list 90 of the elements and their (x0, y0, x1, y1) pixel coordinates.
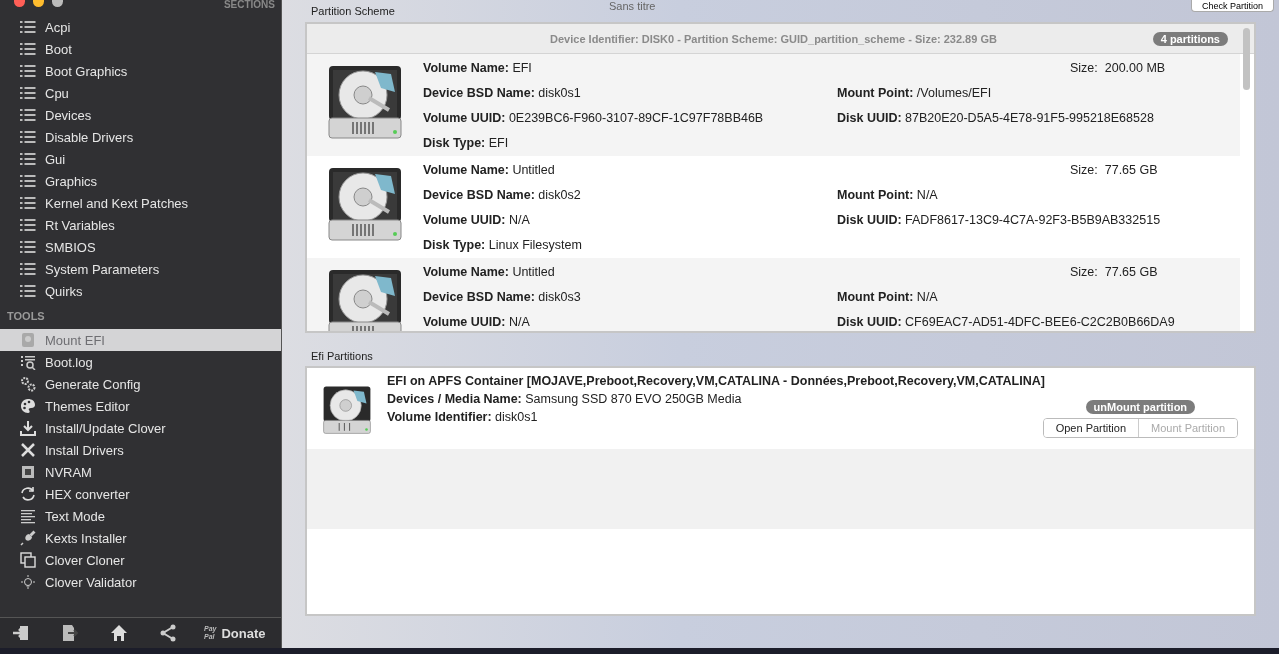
home-icon[interactable] (110, 624, 128, 642)
sidebar-item[interactable]: Clover Cloner (0, 549, 281, 571)
sidebar-item[interactable]: Text Mode (0, 505, 281, 527)
minimize-button[interactable] (33, 0, 44, 7)
sidebar-item[interactable]: Graphics (0, 170, 281, 192)
lightbulb-icon (20, 574, 36, 590)
field-text: Disk UUID: 87B20E20-D5A5-4E78-91F5-995218E68528 (837, 110, 1155, 127)
gears-icon (20, 376, 36, 392)
copy-icon (20, 552, 36, 568)
section-title: Efi Partitions (310, 349, 374, 364)
sections-heading: SECTIONS (223, 0, 275, 10)
partition-row[interactable]: Volume Name: Untitled Device BSD Name: disk0s3 Volume UUID: N/A Size: 77.65 GB Mount Point: N/A Disk UUID: CF69EAC7-AD51-4DFC-BEE6-C2C2B0B66DA9 (307, 258, 1240, 331)
list-icon (20, 130, 36, 144)
refresh-icon (20, 486, 36, 502)
list-icon (20, 20, 36, 34)
sidebar-item[interactable]: Disable Drivers (0, 126, 281, 148)
field-text: Disk Type: EFI (423, 135, 510, 152)
partition-row[interactable]: Volume Name: EFI Device BSD Name: disk0s1 Volume UUID: 0E239BC6-F960-3107-89CF-1C97F78BB46B Disk Type: EFI Size: 200.00 MB Mount Point: /Volumes/EFI Disk UUID: 87B20E20-D5A5-4E78-91F5-995218E68528 (307, 54, 1240, 156)
field-text: Volume Identifier: disk0s1 (387, 410, 539, 424)
list-icon (20, 196, 36, 210)
window-title: Sans titre (609, 0, 656, 12)
download-icon (20, 420, 36, 436)
list-icon (20, 240, 36, 254)
zoom-button[interactable] (52, 0, 63, 7)
sidebar-item[interactable]: Themes Editor (0, 395, 281, 417)
sidebar-item[interactable]: Quirks (0, 280, 281, 302)
share-icon[interactable] (159, 624, 177, 642)
field-text: Volume Name: Untitled (423, 162, 556, 179)
sidebar-item[interactable]: Boot.log (0, 351, 281, 373)
field-text: Mount Point: N/A (837, 289, 939, 306)
sidebar-item[interactable]: Mount EFI (0, 329, 281, 351)
partition-count-badge: 4 partitions (1152, 31, 1228, 46)
list-icon (20, 108, 36, 122)
field-text: Device BSD Name: disk0s2 (423, 187, 582, 204)
field-text: Disk UUID: FADF8617-13C9-4C7A-92F3-B5B9AB332515 (837, 212, 1161, 229)
tools-heading: TOOLS (6, 309, 46, 324)
sidebar-item[interactable]: NVRAM (0, 461, 281, 483)
sidebar-item[interactable]: SMBIOS (0, 236, 281, 258)
size-text: Size: 77.65 GB (1069, 264, 1159, 281)
list-icon (20, 262, 36, 276)
sidebar-item[interactable]: Install Drivers (0, 439, 281, 461)
section-title: Partition Scheme (310, 4, 395, 17)
field-text: Mount Point: /Volumes/EFI (837, 85, 993, 102)
size-text: Size: 200.00 MB (1069, 60, 1166, 77)
check-partition-button[interactable]: Check Partition (1190, 0, 1274, 12)
list-icon (20, 174, 36, 188)
field-text: Devices / Media Name: Samsung SSD 870 EVO 250GB Media (387, 392, 743, 406)
field-text: Volume Name: EFI (423, 60, 533, 77)
field-text: Volume UUID: 0E239BC6-F960-3107-89CF-1C97F78BB46B (423, 110, 765, 127)
hard-drive-icon (321, 384, 373, 436)
sidebar-item[interactable]: Acpi (0, 16, 281, 38)
sidebar-item[interactable]: System Parameters (0, 258, 281, 280)
list-icon (20, 64, 36, 78)
list-icon (20, 218, 36, 232)
list-icon (20, 152, 36, 166)
size-text: Size: 77.65 GB (1069, 162, 1159, 179)
device-info-header: Device Identifier: DISK0 - Partition Scheme: GUID_partition_scheme - Size: 232.89 GB (550, 32, 997, 45)
sidebar-item[interactable]: Rt Variables (0, 214, 281, 236)
status-badge: unMount partition (1085, 400, 1196, 414)
list-icon (20, 284, 36, 298)
close-button[interactable] (14, 0, 25, 7)
sidebar-item[interactable]: Generate Config (0, 373, 281, 395)
field-text: Mount Point: N/A (837, 187, 939, 204)
field-text: Disk Type: Linux Filesystem (423, 237, 583, 254)
field-text: Volume UUID: N/A (423, 314, 531, 331)
scrollbar-thumb[interactable] (1243, 28, 1250, 90)
sidebar-item[interactable]: Install/Update Clover (0, 417, 281, 439)
field-text: Volume UUID: N/A (423, 212, 531, 229)
export-icon[interactable] (61, 624, 79, 642)
sidebar-item[interactable]: Kernel and Kext Patches (0, 192, 281, 214)
field-text: Device BSD Name: disk0s1 (423, 85, 582, 102)
field-text: Volume Name: Untitled (423, 264, 556, 281)
sidebar-item[interactable]: Devices (0, 104, 281, 126)
chip-icon (20, 464, 36, 480)
sidebar-item[interactable]: Boot Graphics (0, 60, 281, 82)
text-lines-icon (20, 508, 36, 524)
sidebar-item[interactable]: Clover Validator (0, 571, 281, 593)
list-icon (20, 86, 36, 100)
sidebar-item[interactable]: Gui (0, 148, 281, 170)
log-search-icon (20, 354, 36, 370)
sidebar-item[interactable]: Kexts Installer (0, 527, 281, 549)
sidebar-item[interactable]: Cpu (0, 82, 281, 104)
import-icon[interactable] (12, 624, 30, 642)
sidebar-item[interactable]: Boot (0, 38, 281, 60)
efi-partition-name: EFI on APFS Container [MOJAVE,Preboot,Recovery,VM,CATALINA - Données,Preboot,Recovery,VM,CATALINA] (387, 374, 1045, 388)
sidebar-item[interactable]: HEX converter (0, 483, 281, 505)
field-text: Disk UUID: CF69EAC7-AD51-4DFC-BEE6-C2C2B0B66DA9 (837, 314, 1175, 331)
field-text: Device BSD Name: disk0s3 (423, 289, 582, 306)
palette-icon (20, 398, 36, 414)
list-icon (20, 42, 36, 56)
